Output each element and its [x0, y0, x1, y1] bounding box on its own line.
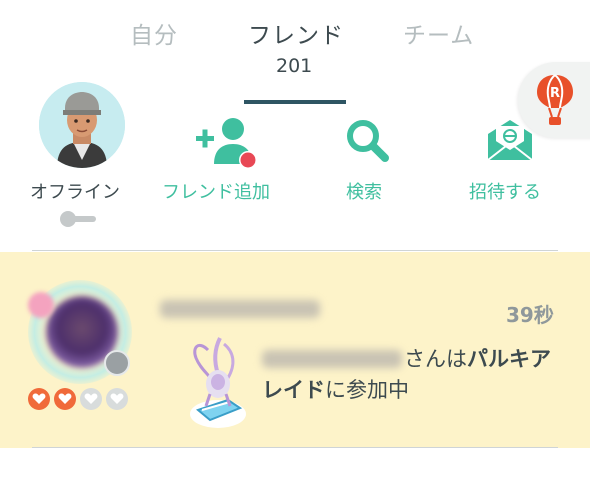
heart-filled-icon [54, 388, 76, 410]
heart-filled-icon [28, 388, 50, 410]
friend-activity-text: さんはパルキアレイドに参加中 [262, 344, 562, 406]
online-status-label: オフライン [30, 182, 120, 203]
toggle-knob [60, 211, 76, 227]
tab-friend[interactable]: フレンド [248, 16, 344, 50]
search-button[interactable] [345, 118, 391, 168]
search-label[interactable]: 検索 [346, 178, 382, 204]
svg-text:R: R [550, 86, 560, 101]
invite-envelope-icon [487, 120, 533, 161]
search-icon [347, 120, 389, 162]
my-avatar[interactable] [39, 82, 125, 168]
tab-team[interactable]: チーム [403, 16, 474, 50]
invite-label[interactable]: 招待する [469, 178, 541, 204]
add-friend-icon [196, 118, 257, 169]
online-status-toggle[interactable] [58, 210, 100, 228]
friend-online-indicator [104, 350, 130, 376]
invite-button[interactable] [486, 118, 534, 166]
active-tab-indicator [244, 100, 346, 104]
friend-name-redacted [160, 300, 320, 318]
activity-end: に参加中 [325, 378, 409, 402]
divider [32, 447, 558, 448]
divider [32, 250, 558, 251]
heart-empty-icon [106, 388, 128, 410]
add-friend-button[interactable] [192, 114, 260, 176]
tab-self[interactable]: 自分 [130, 16, 178, 50]
team-rocket-balloon-icon: R [537, 74, 573, 125]
friend-count: 201 [276, 55, 313, 77]
heart-empty-icon [80, 388, 102, 410]
last-activity-time: 39秒 [506, 303, 554, 327]
activity-suffix: さんは [404, 347, 467, 371]
friend-avatar-badge [28, 292, 54, 318]
raid-pokemon-icon [178, 330, 258, 434]
friend-list-item[interactable]: 39秒 さんはパルキアレイドに参加中 [0, 252, 590, 448]
friend-name-redacted-inline [262, 350, 402, 368]
trainer-avatar-icon [39, 82, 125, 168]
add-friend-label[interactable]: フレンド追加 [162, 178, 270, 204]
